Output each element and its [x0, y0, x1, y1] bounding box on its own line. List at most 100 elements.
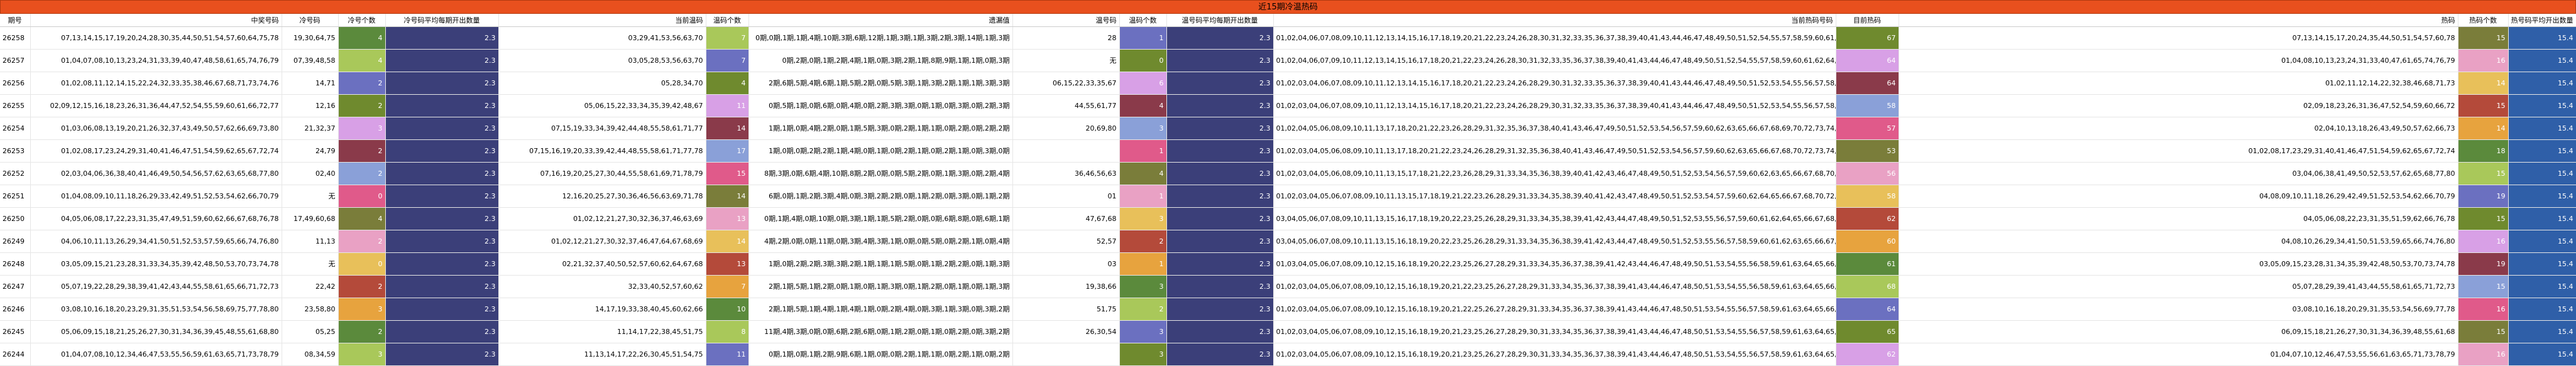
- cold-avg-cell: 2.3: [385, 117, 499, 140]
- hot-avg-cell: 15.4: [2508, 230, 2576, 253]
- hot-avg-cell: 15.4: [2508, 275, 2576, 298]
- hot-target-cell: 68: [1836, 275, 1899, 298]
- warm-current-cell: 05,06,15,22,33,34,35,39,42,48,67: [498, 94, 706, 117]
- col-cold-count: 冷号个数: [338, 14, 386, 27]
- miss-cell: 2期,1期,5期,1期,4期,1期,4期,1期,0期,2期,4期,0期,3期,1…: [748, 298, 1013, 321]
- hot-count-cell: 15: [2458, 162, 2509, 185]
- warm-count-cell: 15: [706, 162, 749, 185]
- warm-nums-cell: 28: [1012, 26, 1120, 50]
- warm-nums-cell: 03: [1012, 252, 1120, 276]
- warm-current-cell: 12,16,20,25,27,30,36,46,56,63,69,71,78: [498, 185, 706, 208]
- table-row: 26255 02,09,12,15,16,18,23,26,31,36,44,47…: [0, 94, 2576, 117]
- hot-cell: 05,07,28,29,39,41,43,44,55,58,61,65,71,7…: [1899, 275, 2458, 298]
- warm-avg-cell: 2.3: [1166, 94, 1274, 117]
- hot-count-cell: 19: [2458, 185, 2509, 208]
- hot-current-cell: 01,02,03,04,05,06,07,08,09,10,11,13,15,1…: [1273, 185, 1836, 208]
- warm-current-cell: 02,21,32,37,40,50,52,57,60,62,64,67,68: [498, 252, 706, 276]
- cold-avg-cell: 2.3: [385, 94, 499, 117]
- warm-nums-cell: [1012, 139, 1120, 163]
- warm-current-cell: 01,02,12,21,27,30,32,36,37,46,63,69: [498, 207, 706, 230]
- warm-nums-count-cell: 2: [1119, 298, 1167, 321]
- hot-target-cell: 65: [1836, 320, 1899, 343]
- hot-avg-cell: 15.4: [2508, 94, 2576, 117]
- cold-avg-cell: 2.3: [385, 230, 499, 253]
- hot-current-cell: 01,02,03,04,06,07,08,09,10,11,12,13,14,1…: [1273, 94, 1836, 117]
- cold-count-cell: 2: [338, 94, 386, 117]
- hot-count-cell: 14: [2458, 117, 2509, 140]
- hot-count-cell: 15: [2458, 320, 2509, 343]
- warm-avg-cell: 2.3: [1166, 207, 1274, 230]
- cold-avg-cell: 2.3: [385, 252, 499, 276]
- warm-avg-cell: 2.3: [1166, 162, 1274, 185]
- miss-cell: 2期,6期,5期,4期,6期,1期,5期,2期,0期,5期,3期,1期,3期,2…: [748, 72, 1013, 95]
- col-period: 期号: [0, 14, 31, 27]
- col-hot-count: 热码个数: [2458, 14, 2509, 27]
- cold-avg-cell: 2.3: [385, 320, 499, 343]
- win-cell: 01,03,06,08,13,19,20,21,26,32,37,43,49,5…: [30, 117, 282, 140]
- hot-current-cell: 01,02,03,04,05,06,07,08,09,10,12,15,16,1…: [1273, 275, 1836, 298]
- warm-avg-cell: 2.3: [1166, 298, 1274, 321]
- cold-avg-cell: 2.3: [385, 185, 499, 208]
- hot-cell: 07,13,14,15,17,20,24,35,44,50,51,54,57,6…: [1899, 26, 2458, 50]
- win-cell: 01,04,08,09,10,11,18,26,29,33,42,49,51,5…: [30, 185, 282, 208]
- warm-nums-count-cell: 4: [1119, 162, 1167, 185]
- hot-count-cell: 16: [2458, 343, 2509, 366]
- period-cell: 26246: [0, 298, 31, 321]
- hot-target-cell: 58: [1836, 94, 1899, 117]
- hot-avg-cell: 15.4: [2508, 49, 2576, 72]
- page-title: 近15期冷温热码: [0, 0, 2576, 14]
- cold-nums-cell: 23,58,80: [282, 298, 339, 321]
- col-miss: 遗漏值: [748, 14, 1013, 27]
- cold-avg-cell: 2.3: [385, 162, 499, 185]
- cold-nums-cell: 12,16: [282, 94, 339, 117]
- cold-nums-cell: 11,13: [282, 230, 339, 253]
- warm-count-cell: 11: [706, 94, 749, 117]
- table-row: 26252 02,03,04,06,36,38,40,41,46,49,50,54…: [0, 162, 2576, 185]
- cold-count-cell: 2: [338, 72, 386, 95]
- table-row: 26258 07,13,14,15,17,19,20,24,28,30,35,44…: [0, 26, 2576, 50]
- table-row: 26256 01,02,08,11,12,14,15,22,24,32,33,35…: [0, 72, 2576, 95]
- cold-nums-cell: 22,42: [282, 275, 339, 298]
- col-warm-current: 当前温码: [498, 14, 706, 27]
- cold-nums-cell: 14,71: [282, 72, 339, 95]
- warm-count-cell: 10: [706, 298, 749, 321]
- cold-avg-cell: 2.3: [385, 343, 499, 366]
- hot-target-cell: 56: [1836, 162, 1899, 185]
- table-row: 26247 05,07,19,22,28,29,38,39,41,42,43,44…: [0, 275, 2576, 298]
- hot-cell: 04,05,06,08,22,23,31,35,51,59,62,66,76,7…: [1899, 207, 2458, 230]
- hot-avg-cell: 15.4: [2508, 72, 2576, 95]
- miss-cell: 0期,1期,4期,0期,10期,0期,3期,1期,1期,5期,2期,0期,0期,…: [748, 207, 1013, 230]
- cold-count-cell: 0: [338, 252, 386, 276]
- win-cell: 03,08,10,16,18,20,23,29,31,35,51,53,54,5…: [30, 298, 282, 321]
- hot-current-cell: 01,03,04,05,06,07,08,09,10,12,15,16,18,1…: [1273, 252, 1836, 276]
- hot-target-cell: 64: [1836, 49, 1899, 72]
- hot-avg-cell: 15.4: [2508, 139, 2576, 163]
- hot-cell: 06,09,15,18,21,26,27,30,31,34,36,39,48,5…: [1899, 320, 2458, 343]
- cold-nums-cell: 24,79: [282, 139, 339, 163]
- warm-nums-cell: 47,67,68: [1012, 207, 1120, 230]
- cold-nums-cell: 21,32,37: [282, 117, 339, 140]
- hot-cell: 04,08,09,10,11,18,26,29,42,49,51,52,53,5…: [1899, 185, 2458, 208]
- warm-avg-cell: 2.3: [1166, 275, 1274, 298]
- warm-avg-cell: 2.3: [1166, 72, 1274, 95]
- cold-count-cell: 2: [338, 320, 386, 343]
- table-row: 26251 01,04,08,09,10,11,18,26,29,33,42,49…: [0, 185, 2576, 208]
- miss-cell: 0期,2期,0期,1期,2期,4期,1期,0期,3期,2期,1期,8期,9期,1…: [748, 49, 1013, 72]
- cold-avg-cell: 2.3: [385, 139, 499, 163]
- cold-count-cell: 4: [338, 26, 386, 50]
- period-cell: 26250: [0, 207, 31, 230]
- hot-current-cell: 01,02,03,04,05,06,08,09,10,11,13,15,17,1…: [1273, 162, 1836, 185]
- win-cell: 02,09,12,15,16,18,23,26,31,36,44,47,52,5…: [30, 94, 282, 117]
- col-hot: 热码: [1899, 14, 2458, 27]
- hot-cell: 01,02,08,17,23,29,31,40,41,46,47,51,54,5…: [1899, 139, 2458, 163]
- hot-count-cell: 14: [2458, 72, 2509, 95]
- table-row: 26257 01,04,07,08,10,13,23,24,31,33,39,40…: [0, 49, 2576, 72]
- win-cell: 01,02,08,17,23,24,29,31,40,41,46,47,51,5…: [30, 139, 282, 163]
- hot-current-cell: 01,02,04,06,07,08,09,10,11,12,13,14,15,1…: [1273, 26, 1836, 50]
- hot-current-cell: 03,04,05,06,07,08,09,10,11,13,15,16,18,1…: [1273, 230, 1836, 253]
- warm-count-cell: 11: [706, 343, 749, 366]
- header-row: 期号 中奖号码 冷号码 冷号个数 冷号码平均每期开出数量 当前温码 温码个数 遗…: [0, 14, 2576, 27]
- win-cell: 01,04,07,08,10,13,23,24,31,33,39,40,47,4…: [30, 49, 282, 72]
- period-cell: 26245: [0, 320, 31, 343]
- hot-cell: 01,04,08,10,13,23,24,31,33,40,47,61,65,7…: [1899, 49, 2458, 72]
